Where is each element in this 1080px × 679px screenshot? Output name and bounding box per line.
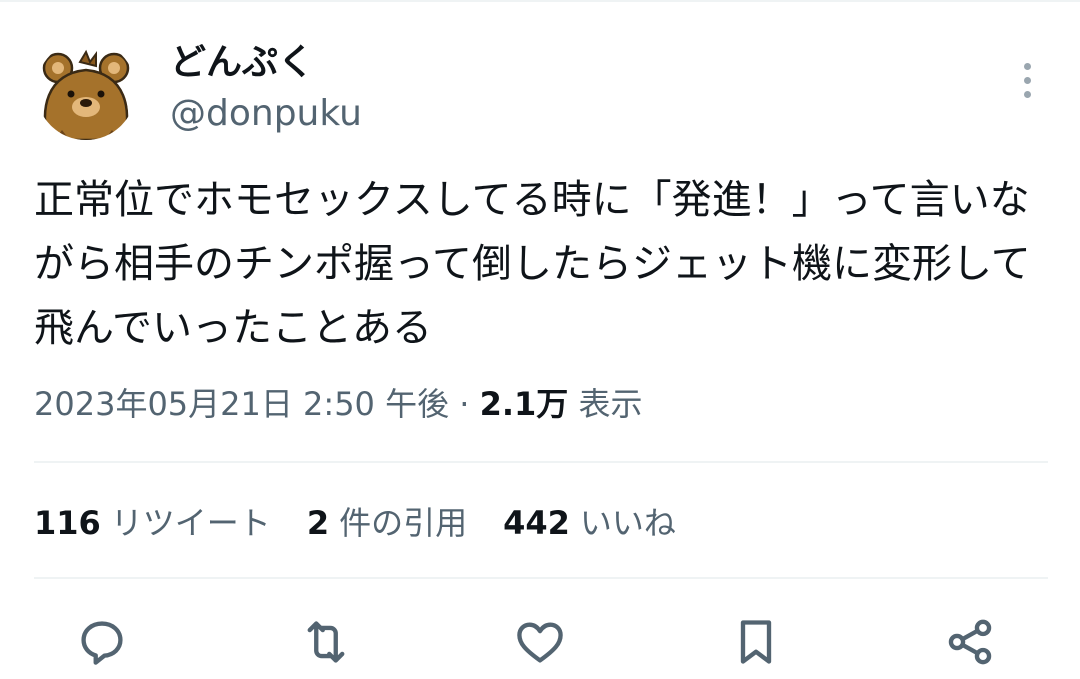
engagement-stats: 116 リツイート 2 件の引用 442 いいね	[34, 498, 676, 548]
quotes-label: 件の引用	[339, 504, 468, 542]
likes-label: いいね	[579, 504, 676, 542]
divider	[34, 461, 1048, 463]
display-name[interactable]: どんぷく	[170, 38, 314, 88]
meta-separator: ·	[449, 385, 480, 423]
divider	[34, 577, 1048, 579]
more-dot	[1023, 76, 1031, 84]
retweets-stat[interactable]: 116 リツイート	[34, 498, 271, 548]
tweet-text: 正常位でホモセックスしてる時に「発進！」って言いながら相手のチンポ握って倒したら…	[34, 177, 1031, 351]
bookmark-icon	[740, 620, 772, 664]
heart-icon	[517, 622, 563, 663]
share-icon	[948, 619, 992, 665]
avatar[interactable]	[36, 40, 136, 140]
views-count: 2.1万	[479, 385, 569, 423]
top-divider	[0, 0, 1080, 2]
retweet-icon	[307, 621, 345, 663]
more-vertical-icon[interactable]	[1010, 58, 1044, 102]
views-label: 表示	[578, 385, 643, 423]
tweet-detail: どんぷく @donpuku 正常位でホモセックスしてる時に「発進！」って言いなが…	[0, 0, 1080, 679]
retweets-label: リツイート	[110, 504, 271, 542]
quotes-count: 2	[306, 504, 330, 542]
bookmark-button[interactable]	[726, 612, 786, 672]
more-dot	[1023, 90, 1031, 98]
user-handle[interactable]: @donpuku	[170, 90, 362, 138]
bear-avatar-icon	[36, 40, 136, 140]
retweet-button[interactable]	[296, 612, 356, 672]
reply-icon	[81, 621, 123, 665]
retweets-count: 116	[34, 504, 101, 542]
like-button[interactable]	[510, 612, 570, 672]
reply-button[interactable]	[72, 612, 132, 672]
more-dot	[1023, 62, 1031, 70]
likes-count: 442	[503, 504, 570, 542]
tweet-meta: 2023年05月21日 2:50 午後 · 2.1万 表示	[34, 380, 643, 428]
likes-stat[interactable]: 442 いいね	[503, 498, 676, 548]
quotes-stat[interactable]: 2 件の引用	[307, 498, 467, 548]
timestamp[interactable]: 2023年05月21日 2:50 午後	[34, 385, 449, 423]
share-button[interactable]	[940, 612, 1000, 672]
